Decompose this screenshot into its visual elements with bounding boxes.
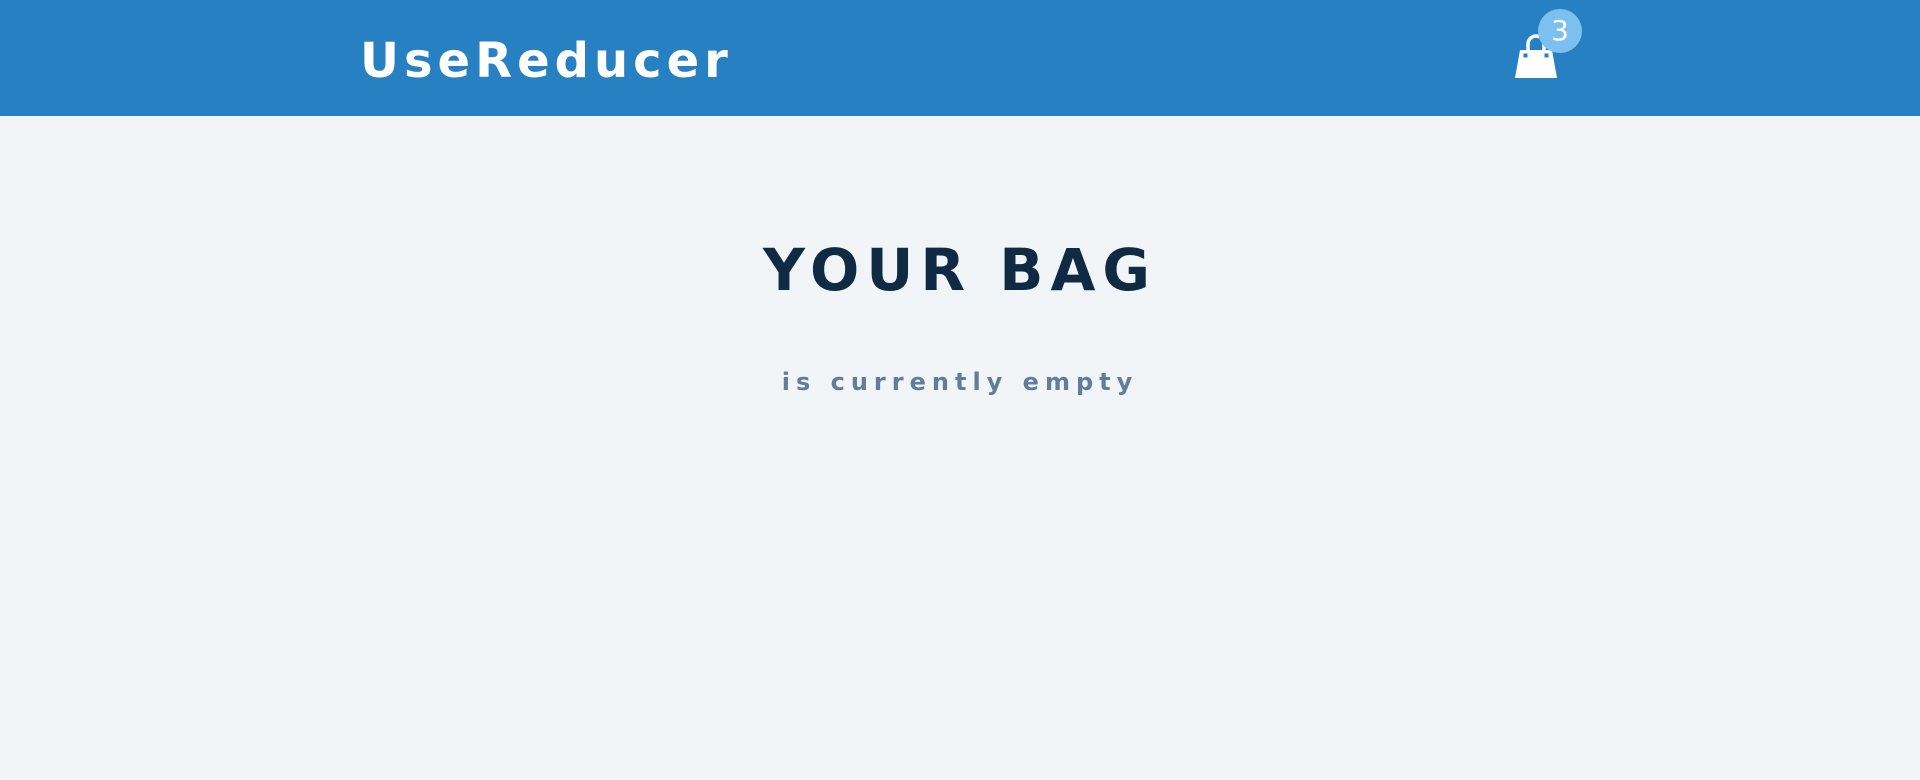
bag-title: YOUR BAG	[763, 236, 1157, 304]
empty-bag-message: is currently empty	[781, 368, 1139, 396]
navbar: UseReducer 3	[0, 0, 1920, 116]
cart-count-badge: 3	[1538, 9, 1582, 53]
brand-logo[interactable]: UseReducer	[360, 28, 733, 94]
